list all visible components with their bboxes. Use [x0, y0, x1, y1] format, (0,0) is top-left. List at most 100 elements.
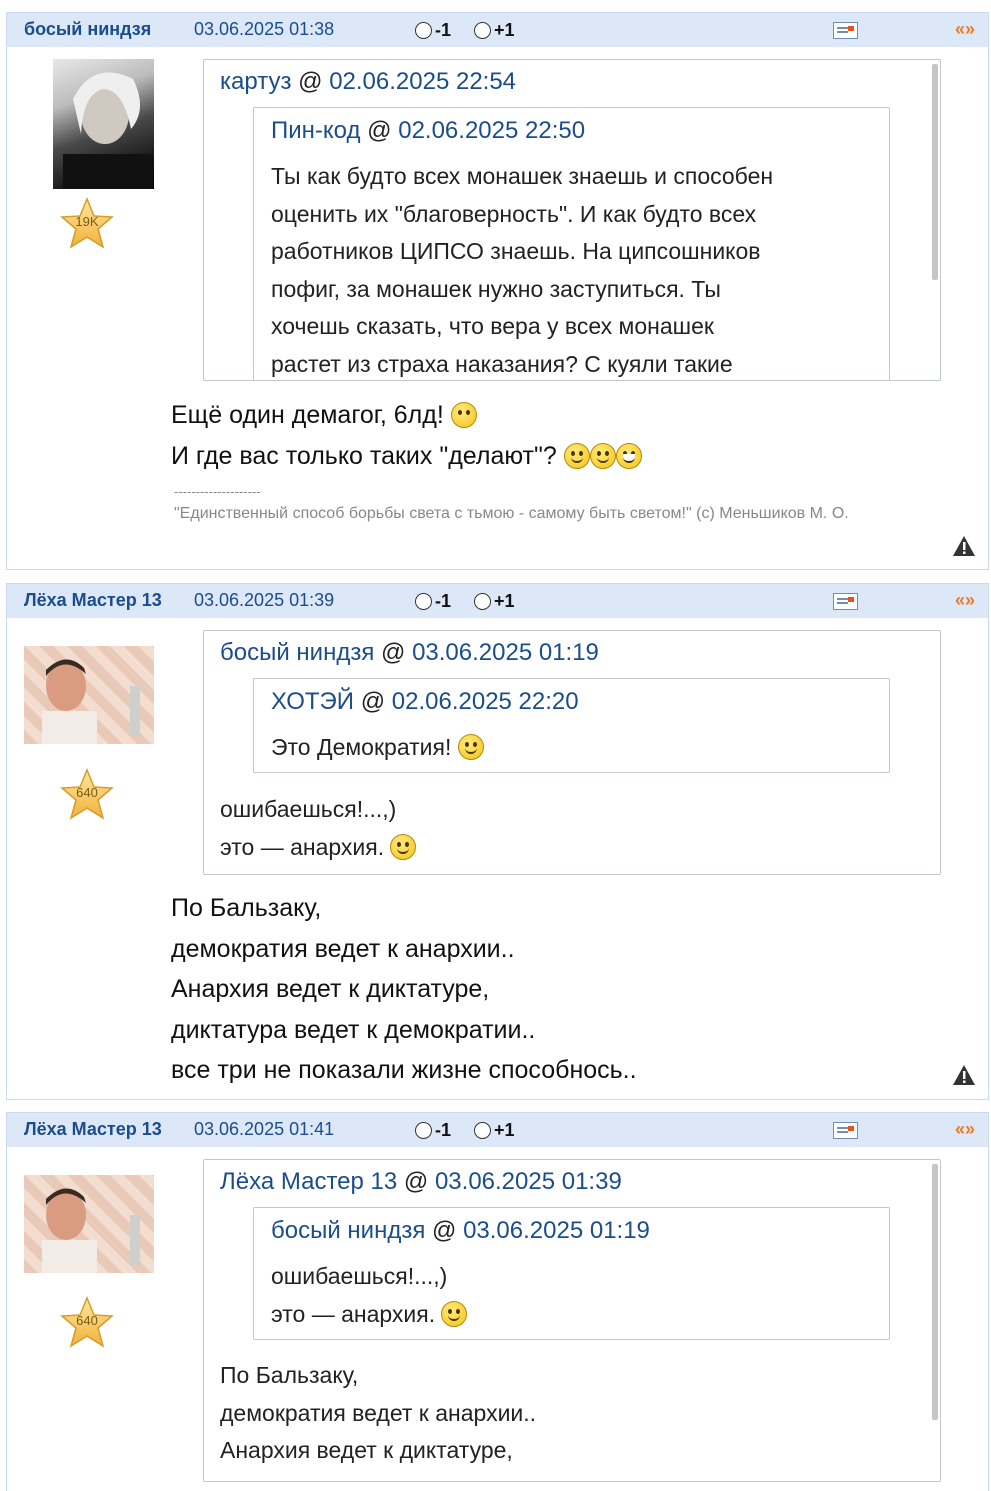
quote-author-link[interactable]: картуз	[220, 68, 291, 95]
report-warning-icon[interactable]	[952, 1064, 976, 1086]
private-message-icon[interactable]	[833, 593, 858, 610]
nested-quote-text: Ты как будто всех монашек знаешь и спосо…	[271, 158, 774, 380]
vote-plus[interactable]: +1	[474, 591, 515, 612]
text-line: хочешь сказать, что вера у всех монашек	[271, 313, 714, 339]
avatar-image	[63, 72, 153, 189]
radio-icon[interactable]	[474, 1122, 491, 1139]
vote-minus[interactable]: -1	[415, 20, 451, 41]
post-header: Лёха Мастер 13 03.06.2025 01:39 -1 +1 «»	[7, 584, 988, 618]
author-link[interactable]: Лёха Мастер 13	[24, 590, 162, 611]
post-header: Лёха Мастер 13 03.06.2025 01:41 -1 +1 «»	[7, 1113, 988, 1147]
quote-at: @	[381, 639, 406, 666]
quote-text: По Бальзаку, демократия ведет к анархии.…	[220, 1357, 536, 1470]
post-date: 03.06.2025 01:39	[194, 590, 335, 610]
text-line: Ты как будто всех монашек знаешь и спосо…	[271, 163, 774, 189]
quote-scrollbar[interactable]	[932, 1164, 938, 1420]
nested-quote-block: ХОТЭЙ @ 02.06.2025 22:20 Это Демократия!	[253, 678, 890, 773]
quote-header: босый ниндзя @ 03.06.2025 01:19	[220, 639, 599, 667]
author-link[interactable]: Лёха Мастер 13	[24, 1119, 162, 1140]
text-line-content: Это Демократия!	[271, 734, 452, 760]
quote-text: ошибаешься!...,) это — анархия.	[220, 791, 417, 867]
text-line: это — анархия.	[220, 829, 417, 867]
text-line: растет из страха наказания? С куяли таки…	[271, 350, 733, 377]
text-line: И где вас только таких "делают"?	[171, 436, 642, 477]
quote-author-link[interactable]: Пин-код	[271, 117, 361, 144]
radio-icon[interactable]	[415, 22, 432, 39]
radio-icon[interactable]	[415, 1122, 432, 1139]
quote-author-link[interactable]: босый ниндзя	[220, 639, 374, 666]
post-date: 03.06.2025 01:41	[194, 1119, 335, 1139]
text-line-content: это — анархия.	[220, 833, 385, 860]
vote-plus[interactable]: +1	[474, 1120, 515, 1141]
text-line: Это Демократия!	[271, 729, 484, 767]
quote-header: картуз @ 02.06.2025 22:54	[220, 68, 516, 96]
post: Лёха Мастер 13 03.06.2025 01:39 -1 +1 «»…	[6, 583, 989, 1100]
nested-quote-header: ХОТЭЙ @ 02.06.2025 22:20	[271, 688, 579, 716]
quote-author-link[interactable]: ХОТЭЙ	[271, 688, 354, 715]
quote-date-link[interactable]: 02.06.2025 22:54	[329, 68, 516, 95]
text-line: По Бальзаку,	[220, 1362, 359, 1388]
text-line-content: И где вас только таких "делают"?	[171, 441, 557, 470]
quote-button[interactable]: «»	[955, 19, 975, 40]
avatar[interactable]	[24, 646, 154, 744]
quote-date-link[interactable]: 03.06.2025 01:19	[412, 639, 599, 666]
quote-author-link[interactable]: босый ниндзя	[271, 1217, 425, 1244]
rank-value: 640	[76, 1313, 98, 1328]
quote-author-link[interactable]: Лёха Мастер 13	[220, 1168, 397, 1195]
quote-at: @	[403, 1168, 429, 1195]
text-line: Ещё один демагог, 6лд!	[171, 395, 642, 436]
text-line: диктатура ведет к демократии..	[171, 1015, 536, 1044]
smile-smiley-icon	[457, 734, 484, 760]
avatar-image	[42, 1188, 140, 1273]
quote-scrollbar[interactable]	[932, 64, 938, 280]
quote-at: @	[367, 117, 392, 144]
post: босый ниндзя 03.06.2025 01:38 -1 +1 «» 1…	[6, 12, 989, 570]
text-line: пофиг, за монашек нужно заступиться. Ты	[271, 275, 721, 302]
radio-icon[interactable]	[415, 593, 432, 610]
avatar[interactable]	[53, 59, 154, 189]
text-line: оценить их "благоверность". И как будто …	[271, 200, 757, 227]
radio-icon[interactable]	[474, 22, 491, 39]
vote-minus[interactable]: -1	[415, 1120, 451, 1141]
confused-smiley-icon	[563, 442, 590, 469]
vote-minus[interactable]: -1	[415, 591, 451, 612]
report-warning-icon[interactable]	[952, 535, 976, 557]
vote-minus-label: -1	[435, 1120, 452, 1140]
nested-quote-header: босый ниндзя @ 03.06.2025 01:19	[271, 1217, 650, 1245]
quote-at: @	[432, 1217, 457, 1244]
quote-date-link[interactable]: 03.06.2025 01:19	[463, 1217, 650, 1244]
quote-button[interactable]: «»	[955, 590, 975, 611]
quote-date-link[interactable]: 02.06.2025 22:20	[392, 688, 579, 715]
text-line: демократия ведет к анархии..	[171, 934, 515, 963]
vote-plus[interactable]: +1	[474, 20, 515, 41]
dizzy-smiley-icon	[441, 1300, 468, 1327]
text-line: По Бальзаку,	[171, 894, 322, 922]
text-line: демократия ведет к анархии..	[220, 1399, 537, 1426]
quote-button[interactable]: «»	[955, 1119, 975, 1140]
quote-block: Лёха Мастер 13 @ 03.06.2025 01:39 босый …	[203, 1159, 941, 1482]
signature: -------------------- "Единственный спосо…	[174, 483, 964, 527]
signature-separator: --------------------	[174, 484, 261, 499]
text-line: это — анархия.	[271, 1296, 468, 1334]
radio-icon[interactable]	[474, 593, 491, 610]
quote-date-link[interactable]: 02.06.2025 22:50	[398, 117, 585, 144]
signature-text: "Единственный способ борьбы света с тьмо…	[174, 505, 849, 522]
shock-smiley-icon	[450, 402, 477, 428]
text-line: все три не показали жизне способнось..	[171, 1056, 637, 1084]
quote-at: @	[360, 688, 386, 715]
avatar[interactable]	[24, 1175, 154, 1273]
author-link[interactable]: босый ниндзя	[24, 19, 151, 40]
vote-plus-label: +1	[494, 591, 515, 611]
text-line: ошибаешься!...,)	[271, 1263, 448, 1289]
quote-block: босый ниндзя @ 03.06.2025 01:19 ХОТЭЙ @ …	[203, 630, 941, 875]
post: Лёха Мастер 13 03.06.2025 01:41 -1 +1 «»…	[6, 1112, 989, 1491]
avatar-image	[42, 659, 140, 744]
private-message-icon[interactable]	[833, 1122, 858, 1139]
vote-plus-label: +1	[494, 1120, 515, 1140]
text-line-content: это — анархия.	[271, 1300, 436, 1327]
nested-quote-header: Пин-код @ 02.06.2025 22:50	[271, 117, 585, 145]
private-message-icon[interactable]	[833, 22, 858, 39]
quote-date-link[interactable]: 03.06.2025 01:39	[435, 1168, 622, 1195]
post-header: босый ниндзя 03.06.2025 01:38 -1 +1 «»	[7, 13, 988, 47]
rank-value: 640	[76, 785, 98, 800]
